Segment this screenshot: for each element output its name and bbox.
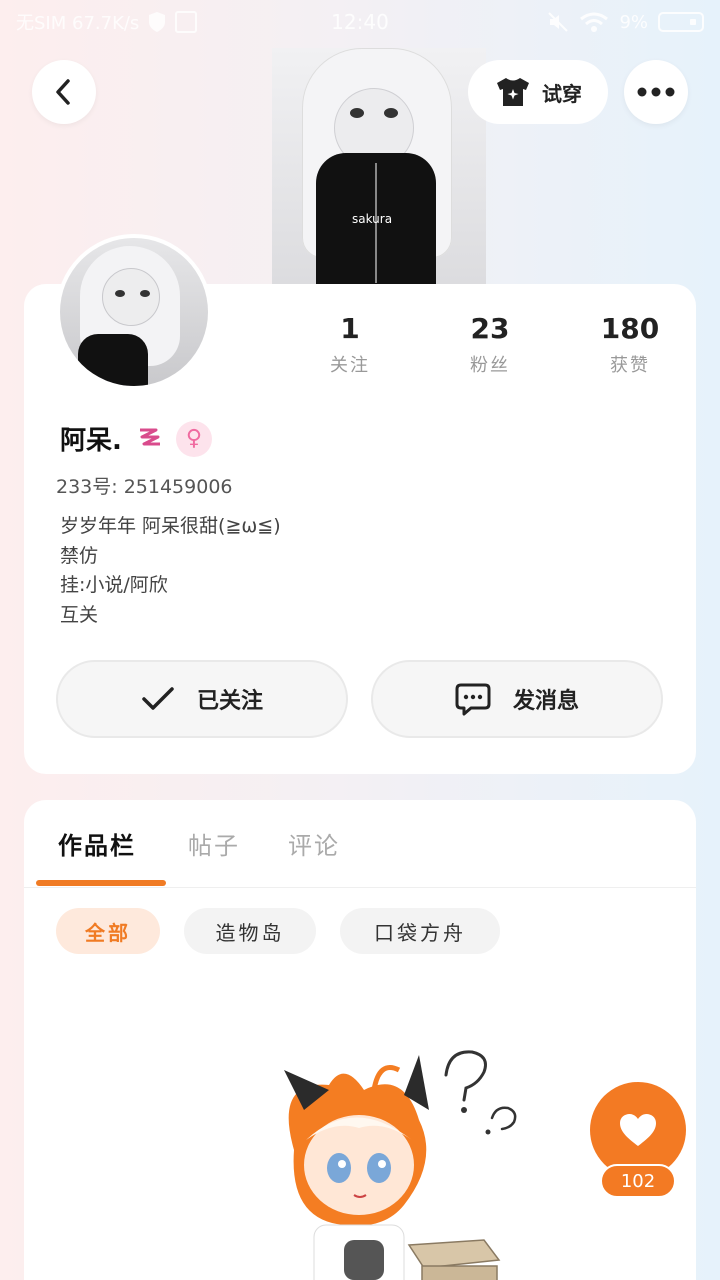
tshirt-sparkle-icon xyxy=(497,78,529,106)
active-tab-indicator xyxy=(36,880,166,886)
battery-icon xyxy=(658,12,704,32)
heart-icon xyxy=(620,1114,656,1146)
hero-eye-left xyxy=(350,108,364,118)
more-dots-icon xyxy=(637,87,675,97)
send-message-label: 发消息 xyxy=(512,689,579,714)
try-on-button[interactable]: 试穿 xyxy=(468,60,608,124)
status-left: 无SIM 67.7K/s xyxy=(16,9,198,35)
avatar-eye-left xyxy=(115,290,125,297)
mute-icon xyxy=(548,12,569,32)
tab-works[interactable]: 作品栏 xyxy=(58,826,136,861)
screenshot-icon xyxy=(175,11,198,33)
status-bar: 无SIM 67.7K/s 12:40 9% xyxy=(0,0,720,44)
bio-line: 岁岁年年 阿呆很甜(≧ω≦) xyxy=(60,515,281,537)
avatar[interactable] xyxy=(56,234,212,390)
following-button-label: 已关注 xyxy=(196,689,263,714)
like-count: 102 xyxy=(600,1164,676,1198)
bio-line: 禁仿 xyxy=(60,544,99,567)
avatar-eye-right xyxy=(140,290,150,297)
sleep-z-icon xyxy=(139,428,160,445)
carrier-text: 无SIM 67.7K/s xyxy=(16,13,140,34)
send-message-button[interactable]: 发消息 xyxy=(371,660,663,738)
user-id[interactable]: 233号: 251459006 xyxy=(56,472,233,499)
bio-line: 挂:小说/阿欣 xyxy=(60,574,168,596)
back-button[interactable] xyxy=(32,60,96,124)
battery-percent: 9% xyxy=(619,11,648,33)
avatar-jacket xyxy=(78,334,148,386)
stat-followers[interactable]: 23 粉丝 xyxy=(420,312,560,377)
likes-received-count: 180 xyxy=(600,312,660,345)
hero-eye-right xyxy=(384,108,398,118)
followers-count: 23 xyxy=(470,312,510,345)
status-right: 9% xyxy=(547,11,704,33)
stat-following[interactable]: 1 关注 xyxy=(280,312,420,377)
works-card: 作品栏 帖子 评论 全部 造物岛 口袋方舟 xyxy=(24,800,696,1280)
tab-posts[interactable]: 帖子 xyxy=(188,826,240,861)
shield-icon xyxy=(149,12,166,32)
gender-female-icon: ♀ xyxy=(175,420,212,457)
more-button[interactable] xyxy=(624,60,688,124)
filter-chip-creation-island[interactable]: 造物岛 xyxy=(184,908,316,954)
followers-label: 粉丝 xyxy=(470,355,510,376)
filter-chip-pocket-ark[interactable]: 口袋方舟 xyxy=(340,908,500,954)
bio: 岁岁年年 阿呆很甜(≧ω≦) 禁仿 挂:小说/阿欣 互关 xyxy=(60,512,281,630)
filter-chip-all[interactable]: 全部 xyxy=(56,908,160,954)
avatar-face xyxy=(102,268,160,326)
status-time: 12:40 xyxy=(331,10,389,34)
following-count: 1 xyxy=(340,312,360,345)
stat-likes[interactable]: 180 获赞 xyxy=(560,312,700,377)
empty-state-mascot-image xyxy=(284,1050,517,1280)
hero-shirt-text: sakura xyxy=(352,212,393,226)
works-tabs: 作品栏 帖子 评论 xyxy=(24,800,696,888)
following-label: 关注 xyxy=(330,355,370,376)
likes-received-label: 获赞 xyxy=(610,355,650,376)
username: 阿呆. xyxy=(60,426,122,456)
tab-comments[interactable]: 评论 xyxy=(288,826,340,861)
name-row: 阿呆. ♀ xyxy=(60,420,212,457)
avatar-image xyxy=(60,238,208,386)
check-icon xyxy=(142,687,174,710)
wifi-icon xyxy=(580,12,609,32)
profile-stats: 1 关注 23 粉丝 180 获赞 xyxy=(280,312,700,377)
hero-character-image: sakura xyxy=(272,48,486,284)
try-on-label: 试穿 xyxy=(542,81,582,106)
following-button[interactable]: 已关注 xyxy=(56,660,348,738)
bio-line: 互关 xyxy=(60,603,99,626)
chevron-left-icon xyxy=(56,79,70,105)
chat-bubble-icon xyxy=(455,683,491,716)
